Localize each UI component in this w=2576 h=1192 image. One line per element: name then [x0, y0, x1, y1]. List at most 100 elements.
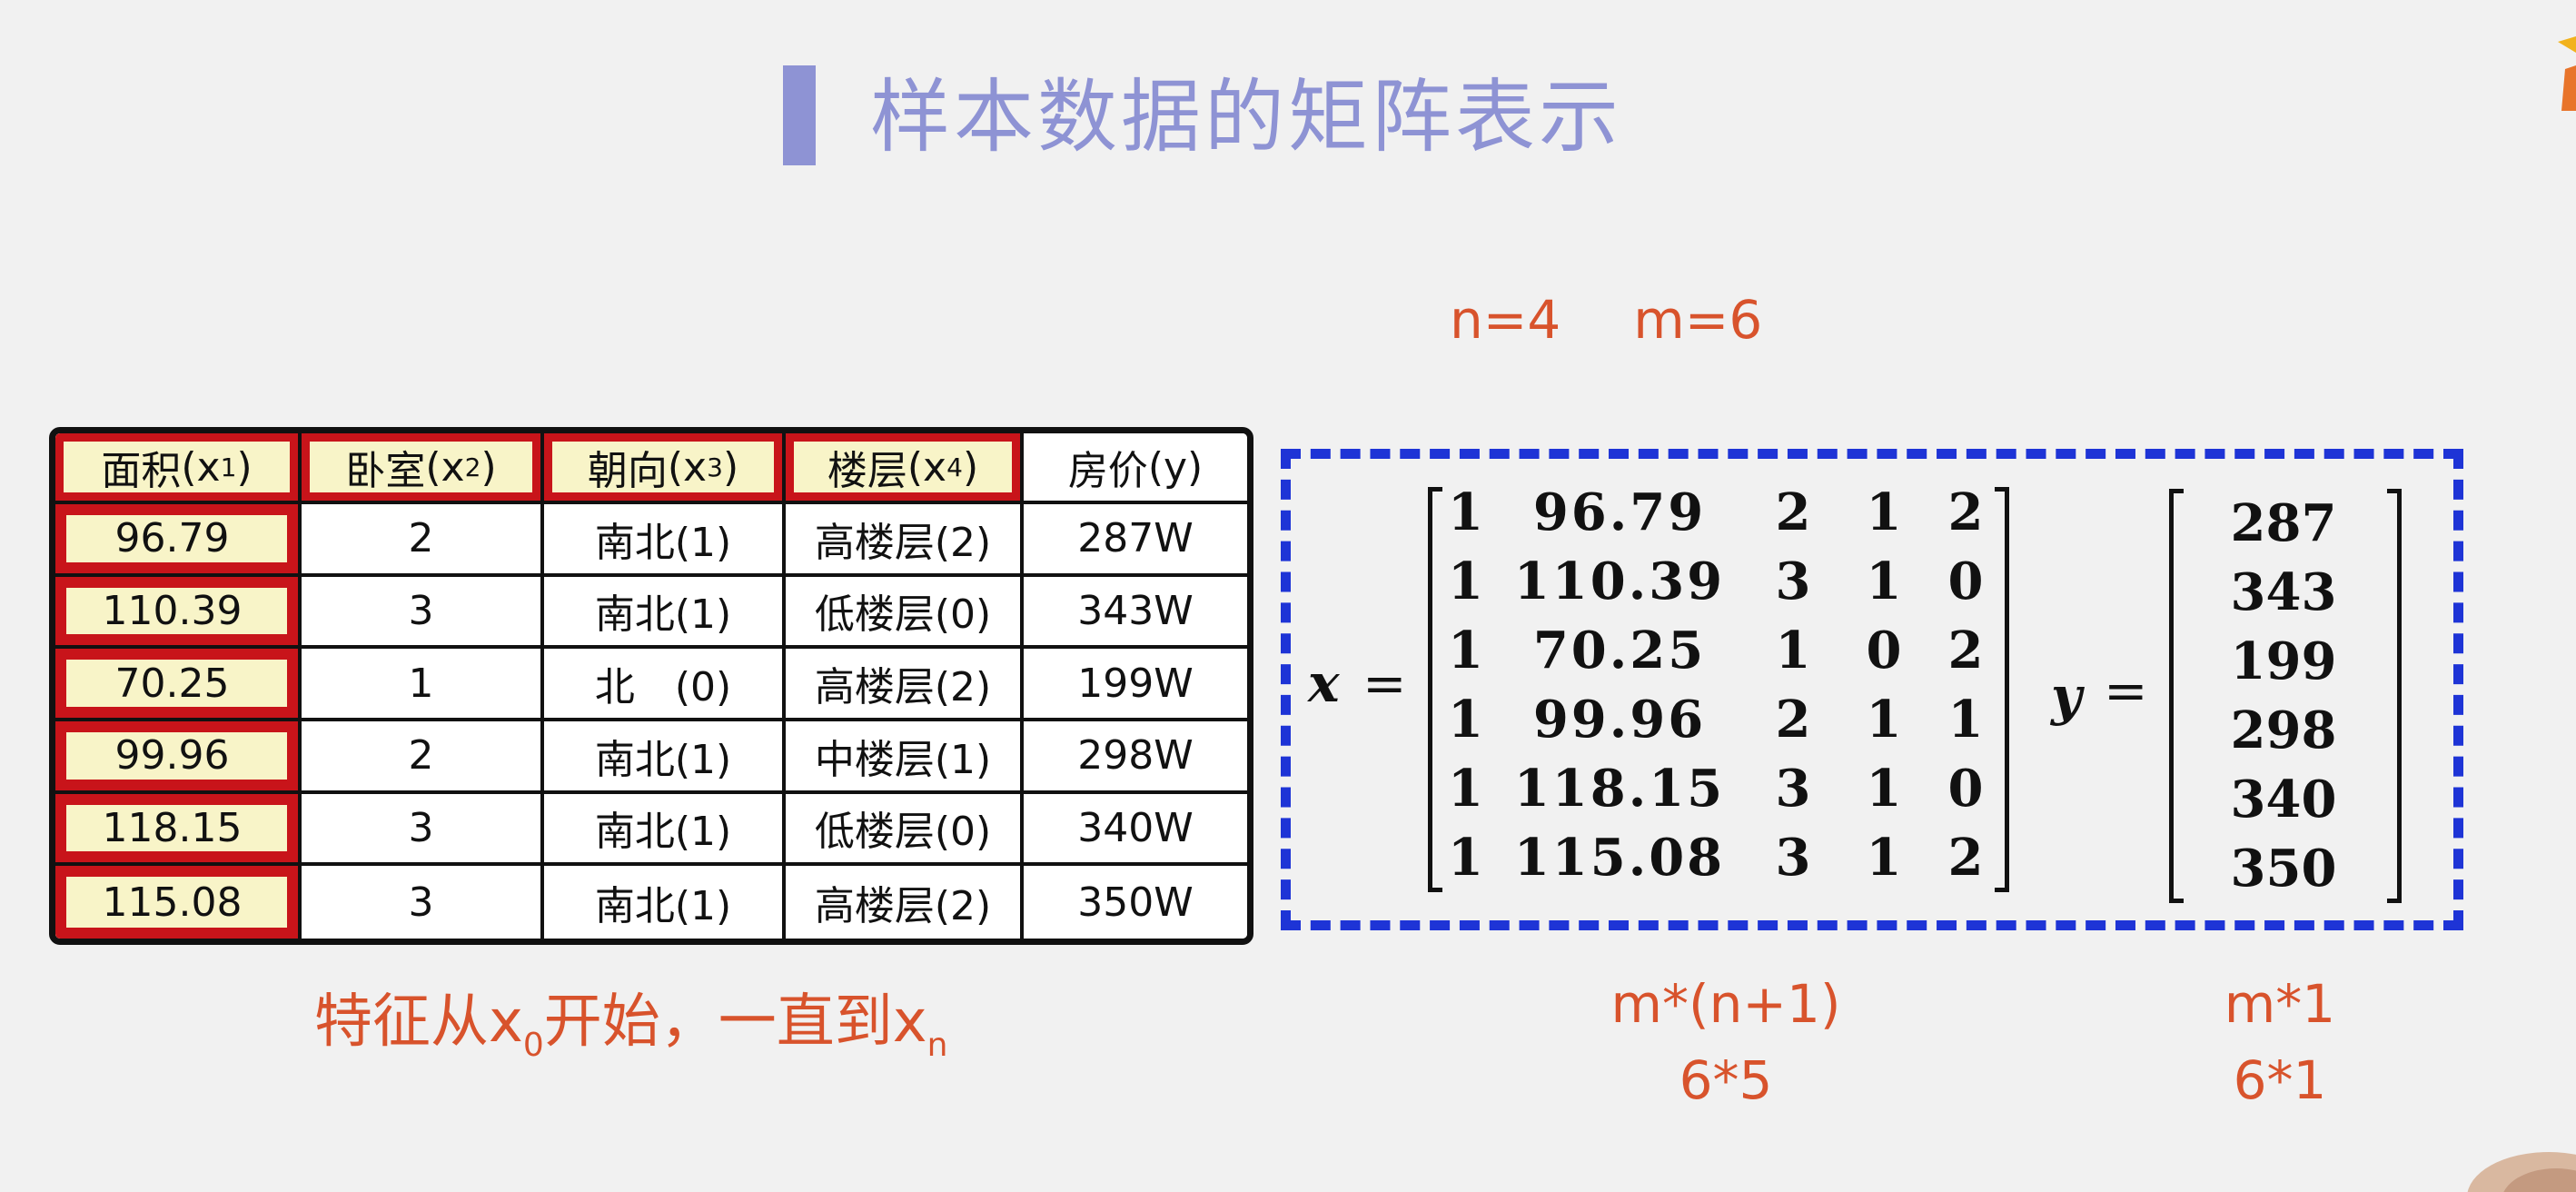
header-label: 房价 — [1067, 448, 1148, 494]
matrix-y-entry: 199 — [2230, 631, 2337, 691]
table-header-cell: 房价 (y) — [1024, 433, 1247, 504]
house-data-table: 面积 (x 1) 卧室 (x 2) 朝向 (x 3) 楼层 (x 4) 房价 (y) 96.79 2 南北(1)… — [49, 427, 1253, 945]
table-cell-text: 南北(1) — [594, 736, 732, 783]
title-accent-bar — [783, 65, 816, 165]
matrix-x-equals: = — [1362, 652, 1407, 714]
matrix-x-entry: 0 — [1866, 621, 1902, 680]
table-cell: 中楼层(1) — [786, 720, 1024, 794]
table-cell: 96.79 — [55, 504, 302, 577]
matrix-y-entry: 343 — [2230, 562, 2337, 622]
table-cell-text: 287W — [1077, 515, 1194, 562]
matrix-y-entry: 287 — [2230, 493, 2337, 553]
table-cell: 115.08 — [55, 866, 302, 939]
matrix-x-entry: 1 — [1448, 551, 1483, 611]
table-cell-text: 1 — [408, 660, 434, 707]
note-sub-0: 0 — [522, 1027, 544, 1064]
table-cell-text: 340W — [1077, 804, 1194, 851]
header-variable: (x — [667, 443, 708, 491]
table-cell: 99.96 — [55, 720, 302, 794]
table-header-cell: 面积 (x 1) — [55, 433, 302, 504]
table-cell-text: 南北(1) — [594, 883, 732, 930]
table-cell-text: 343W — [1077, 587, 1194, 634]
table-cell-text: 北 (0) — [594, 664, 732, 711]
header-subscript: 4 — [946, 452, 963, 482]
matrix-y-label: y — [2051, 665, 2082, 727]
table-cell-text: 99.96 — [114, 732, 230, 780]
table-cell-text: 350W — [1077, 879, 1194, 926]
matrix-x-label: x — [1308, 652, 1340, 714]
table-cell: 3 — [302, 576, 544, 650]
table-cell-text: 96.79 — [114, 515, 230, 562]
matrix-x-entry: 1 — [1448, 621, 1483, 680]
table-cell: 118.15 — [55, 793, 302, 867]
header-close-paren: ) — [722, 443, 739, 491]
slide-title: 样本数据的矩阵表示 — [870, 70, 1623, 164]
matrix-y-left-bracket — [2169, 489, 2184, 903]
param-n: n=4 — [1450, 289, 1561, 351]
table-cell: 南北(1) — [544, 866, 786, 939]
table-cell: 南北(1) — [544, 793, 786, 867]
matrix-x-entry: 3 — [1775, 828, 1811, 888]
header-close-paren: ) — [481, 443, 497, 491]
table-cell: 3 — [302, 866, 544, 939]
table-cell: 高楼层(2) — [786, 866, 1024, 939]
matrix-x-entry: 1 — [1866, 828, 1902, 888]
table-cell-text: 低楼层(0) — [814, 809, 992, 856]
matrix-x-entry: 1 — [1448, 690, 1483, 750]
matrix-x-entry: 2 — [1775, 482, 1811, 542]
matrix-x-entry: 1 — [1947, 690, 1984, 750]
table-cell-text: 3 — [408, 879, 434, 926]
table-cell-text: 115.08 — [102, 879, 243, 926]
matrix-x-entry: 1 — [1866, 759, 1902, 819]
matrix-x-entry: 1 — [1448, 482, 1483, 542]
table-cell-text: 3 — [408, 804, 434, 851]
header-label: 朝向 — [587, 448, 668, 494]
header-variable: (x — [181, 443, 221, 491]
header-subscript: 1 — [220, 452, 237, 482]
matrix-x-entry: 3 — [1775, 759, 1811, 819]
table-cell-text: 高楼层(2) — [814, 664, 992, 711]
table-cell-text: 70.25 — [114, 660, 230, 707]
table-cell: 2 — [302, 720, 544, 794]
corner-logo-icon — [2558, 36, 2576, 111]
table-cell: 199W — [1024, 649, 1247, 721]
header-label: 面积 — [101, 448, 182, 494]
header-variable: (x — [425, 443, 465, 491]
matrix-y-entry: 298 — [2230, 700, 2337, 760]
header-close-paren: ) — [236, 443, 253, 491]
table-cell: 3 — [302, 793, 544, 867]
param-m: m=6 — [1633, 289, 1763, 351]
parameter-line: n=4 m=6 — [1450, 283, 1762, 356]
y-dimension-value: 6*1 — [2233, 1049, 2327, 1111]
table-cell-text: 199W — [1077, 660, 1194, 707]
matrix-x-entry: 2 — [1947, 828, 1984, 888]
matrix-y-entry: 350 — [2230, 839, 2337, 899]
matrix-x-right-bracket — [1995, 487, 2009, 892]
table-cell-text: 2 — [408, 515, 434, 562]
table-cell: 70.25 — [55, 649, 302, 721]
header-label: 卧室 — [345, 448, 426, 494]
table-cell-text: 298W — [1077, 732, 1194, 780]
table-header-cell: 朝向 (x 3) — [544, 433, 786, 504]
matrix-x-entry: 96.79 — [1532, 482, 1707, 542]
table-cell: 343W — [1024, 576, 1247, 650]
table-cell: 287W — [1024, 504, 1247, 577]
matrix-x-entry: 3 — [1775, 551, 1811, 611]
table-cell-text: 低楼层(0) — [814, 591, 992, 639]
matrix-x-entry: 110.39 — [1513, 551, 1726, 611]
table-cell-text: 高楼层(2) — [814, 883, 992, 930]
matrix-x-entry: 1 — [1866, 551, 1902, 611]
matrix-x-entry: 1 — [1448, 828, 1483, 888]
matrix-x-entry: 99.96 — [1532, 690, 1707, 750]
matrix-x-left-bracket — [1428, 487, 1442, 892]
matrix-x-entry: 2 — [1947, 482, 1984, 542]
table-cell-text: 2 — [408, 732, 434, 780]
table-header-cell: 卧室 (x 2) — [302, 433, 544, 504]
matrix-x-entry: 1 — [1866, 482, 1902, 542]
table-cell: 南北(1) — [544, 720, 786, 794]
table-cell-text: 南北(1) — [594, 519, 732, 566]
presenter-avatar-icon — [2467, 1152, 2576, 1192]
table-cell: 1 — [302, 649, 544, 721]
table-cell-text: 中楼层(1) — [814, 736, 992, 783]
note-sub-n: n — [926, 1027, 948, 1064]
